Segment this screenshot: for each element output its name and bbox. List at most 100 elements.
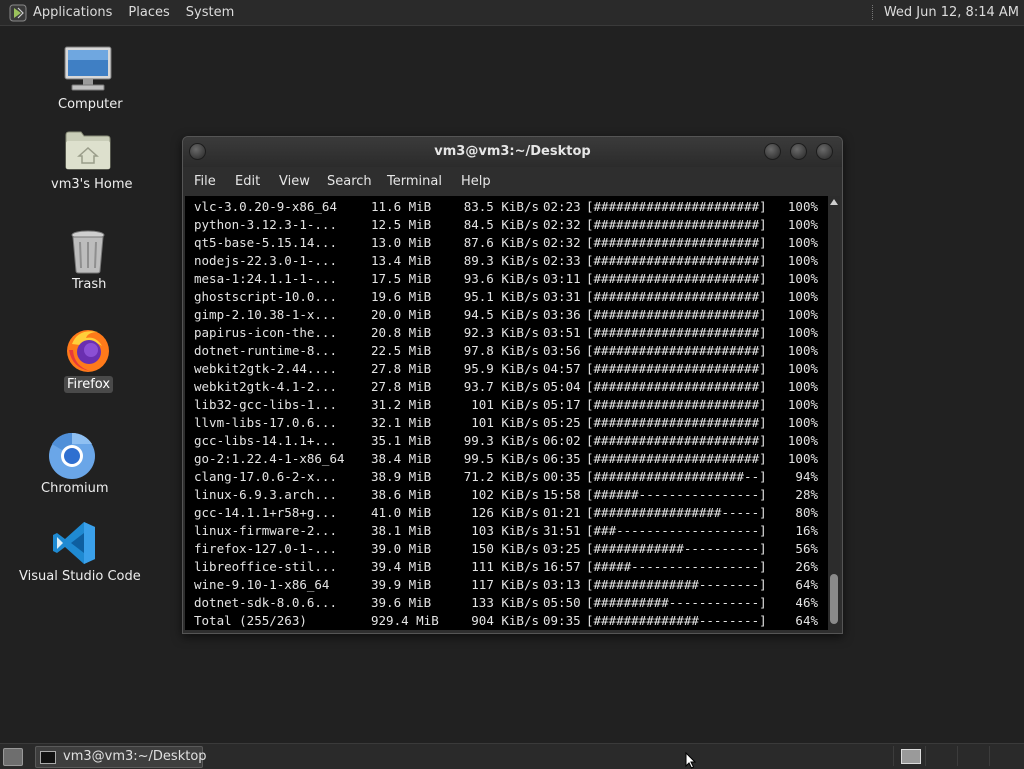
terminal-row: libreoffice-stil... 39.4 MiB 111 KiB/s 16:5…: [194, 558, 828, 576]
terminal-cell-time: 03:51: [543, 325, 581, 340]
terminal-cell-name: python-3.12.3-1-...: [194, 217, 337, 232]
terminal-cell-bar: [######################]: [586, 271, 767, 286]
terminal-cell-pct: 100%: [787, 379, 818, 394]
terminal-cell-name: linux-firmware-2...: [194, 523, 337, 538]
terminal-menubar: File Edit View Search Terminal Help: [183, 168, 842, 196]
terminal-cell-name: libreoffice-stil...: [194, 559, 337, 574]
terminal-cell-time: 16:57: [543, 559, 581, 574]
terminal-cell-size: 38.9 MiB: [371, 469, 432, 484]
terminal-cell-rate: 99.5 KiB/s: [463, 451, 539, 466]
workspace-2[interactable]: [925, 746, 956, 766]
terminal-cell-rate: 94.5 KiB/s: [463, 307, 539, 322]
distro-logo-icon[interactable]: [9, 4, 27, 22]
close-button[interactable]: [816, 143, 833, 160]
terminal-cell-size: 22.5 MiB: [371, 343, 432, 358]
menu-view[interactable]: View: [279, 174, 310, 189]
terminal-row: llvm-libs-17.0.6... 32.1 MiB 101 KiB/s 05:2…: [194, 414, 828, 432]
menu-terminal[interactable]: Terminal: [387, 174, 442, 189]
terminal-cell-name: Total (255/263): [194, 613, 307, 628]
terminal-cell-size: 17.5 MiB: [371, 271, 432, 286]
terminal-cell-time: 02:32: [543, 235, 581, 250]
menu-help[interactable]: Help: [461, 174, 491, 189]
terminal-cell-rate: 103 KiB/s: [471, 523, 539, 538]
terminal-row: dotnet-runtime-8... 22.5 MiB 97.8 KiB/s 03:…: [194, 342, 828, 360]
home-folder-icon: [65, 131, 111, 170]
terminal-cell-bar: [######----------------]: [586, 487, 767, 502]
scroll-up-icon[interactable]: [830, 199, 838, 205]
taskbar-button-terminal[interactable]: vm3@vm3:~/Desktop: [35, 746, 207, 768]
terminal-scrollbar[interactable]: [828, 196, 840, 630]
terminal-cell-name: gimp-2.10.38-1-x...: [194, 307, 337, 322]
menu-edit[interactable]: Edit: [235, 174, 260, 189]
terminal-cell-bar: [######################]: [586, 361, 767, 376]
terminal-cell-pct: 100%: [787, 235, 818, 250]
terminal-cell-bar: [######################]: [586, 379, 767, 394]
terminal-cell-size: 38.6 MiB: [371, 487, 432, 502]
maximize-button[interactable]: [790, 143, 807, 160]
terminal-row: gcc-14.1.1+r58+g... 41.0 MiB 126 KiB/s 01:2…: [194, 504, 828, 522]
terminal-cell-bar: [######################]: [586, 289, 767, 304]
terminal-cell-size: 41.0 MiB: [371, 505, 432, 520]
menu-file[interactable]: File: [194, 174, 216, 189]
terminal-cell-pct: 100%: [787, 271, 818, 286]
workspace-3[interactable]: [957, 746, 988, 766]
terminal-cell-name: papirus-icon-the...: [194, 325, 337, 340]
terminal-cell-rate: 904 KiB/s: [471, 613, 539, 628]
terminal-cell-rate: 84.5 KiB/s: [463, 217, 539, 232]
firefox-icon: [67, 330, 109, 372]
terminal-row: go-2:1.22.4-1-x86_64 38.4 MiB 99.5 KiB/s 06…: [194, 450, 828, 468]
terminal-row: gcc-libs-14.1.1+... 35.1 MiB 99.3 KiB/s 06:…: [194, 432, 828, 450]
terminal-cell-time: 05:25: [543, 415, 581, 430]
terminal-cell-name: nodejs-22.3.0-1-...: [194, 253, 337, 268]
terminal-cell-rate: 111 KiB/s: [471, 559, 539, 574]
terminal-cell-rate: 95.9 KiB/s: [463, 361, 539, 376]
system-menu[interactable]: System: [178, 0, 242, 25]
terminal-cell-rate: 93.7 KiB/s: [463, 379, 539, 394]
terminal-cell-bar: [##########------------]: [586, 595, 767, 610]
terminal-cell-bar: [######################]: [586, 433, 767, 448]
terminal-cell-bar: [######################]: [586, 343, 767, 358]
terminal-cell-pct: 100%: [787, 199, 818, 214]
terminal-cell-pct: 46%: [795, 595, 818, 610]
places-menu[interactable]: Places: [120, 0, 177, 25]
terminal-cell-pct: 100%: [787, 397, 818, 412]
workspace-4[interactable]: [989, 746, 1020, 766]
terminal-window[interactable]: vm3@vm3:~/Desktop File Edit View Search …: [182, 136, 843, 634]
applications-menu[interactable]: Applications: [33, 0, 120, 25]
terminal-cell-time: 03:56: [543, 343, 581, 358]
terminal-cell-name: dotnet-runtime-8...: [194, 343, 337, 358]
terminal-cell-bar: [#####-----------------]: [586, 559, 767, 574]
terminal-output[interactable]: vlc-3.0.20-9-x86_64 11.6 MiB 83.5 KiB/s 02:…: [185, 196, 828, 630]
desktop-icon-label: Trash: [72, 277, 107, 292]
terminal-cell-time: 03:36: [543, 307, 581, 322]
clock[interactable]: Wed Jun 12, 8:14 AM: [884, 5, 1024, 20]
terminal-cell-size: 32.1 MiB: [371, 415, 432, 430]
terminal-cell-pct: 64%: [795, 613, 818, 628]
minimize-button[interactable]: [764, 143, 781, 160]
desktop-icon-label: Firefox: [64, 376, 114, 393]
terminal-cell-pct: 56%: [795, 541, 818, 556]
terminal-cell-size: 39.4 MiB: [371, 559, 432, 574]
terminal-cell-name: firefox-127.0-1-...: [194, 541, 337, 556]
desktop-icon-label: vm3's Home: [51, 177, 133, 192]
terminal-row: python-3.12.3-1-... 12.5 MiB 84.5 KiB/s 02:…: [194, 216, 828, 234]
terminal-cell-rate: 71.2 KiB/s: [463, 469, 539, 484]
terminal-cell-time: 09:35: [543, 613, 581, 628]
terminal-cell-name: lib32-gcc-libs-1...: [194, 397, 337, 412]
terminal-cell-size: 31.2 MiB: [371, 397, 432, 412]
terminal-cell-size: 20.8 MiB: [371, 325, 432, 340]
terminal-cell-time: 02:33: [543, 253, 581, 268]
window-titlebar[interactable]: vm3@vm3:~/Desktop: [183, 137, 842, 167]
show-desktop-icon[interactable]: [3, 748, 23, 766]
terminal-cell-bar: [######################]: [586, 415, 767, 430]
terminal-cell-rate: 93.6 KiB/s: [463, 271, 539, 286]
terminal-cell-rate: 102 KiB/s: [471, 487, 539, 502]
terminal-cell-bar: [##############--------]: [586, 577, 767, 592]
terminal-cell-time: 06:02: [543, 433, 581, 448]
panel-handle: [871, 5, 875, 20]
terminal-cell-name: wine-9.10-1-x86_64: [194, 577, 330, 592]
menu-search[interactable]: Search: [327, 174, 372, 189]
scroll-thumb[interactable]: [830, 574, 838, 624]
workspace-1[interactable]: [893, 746, 924, 766]
terminal-cell-size: 19.6 MiB: [371, 289, 432, 304]
